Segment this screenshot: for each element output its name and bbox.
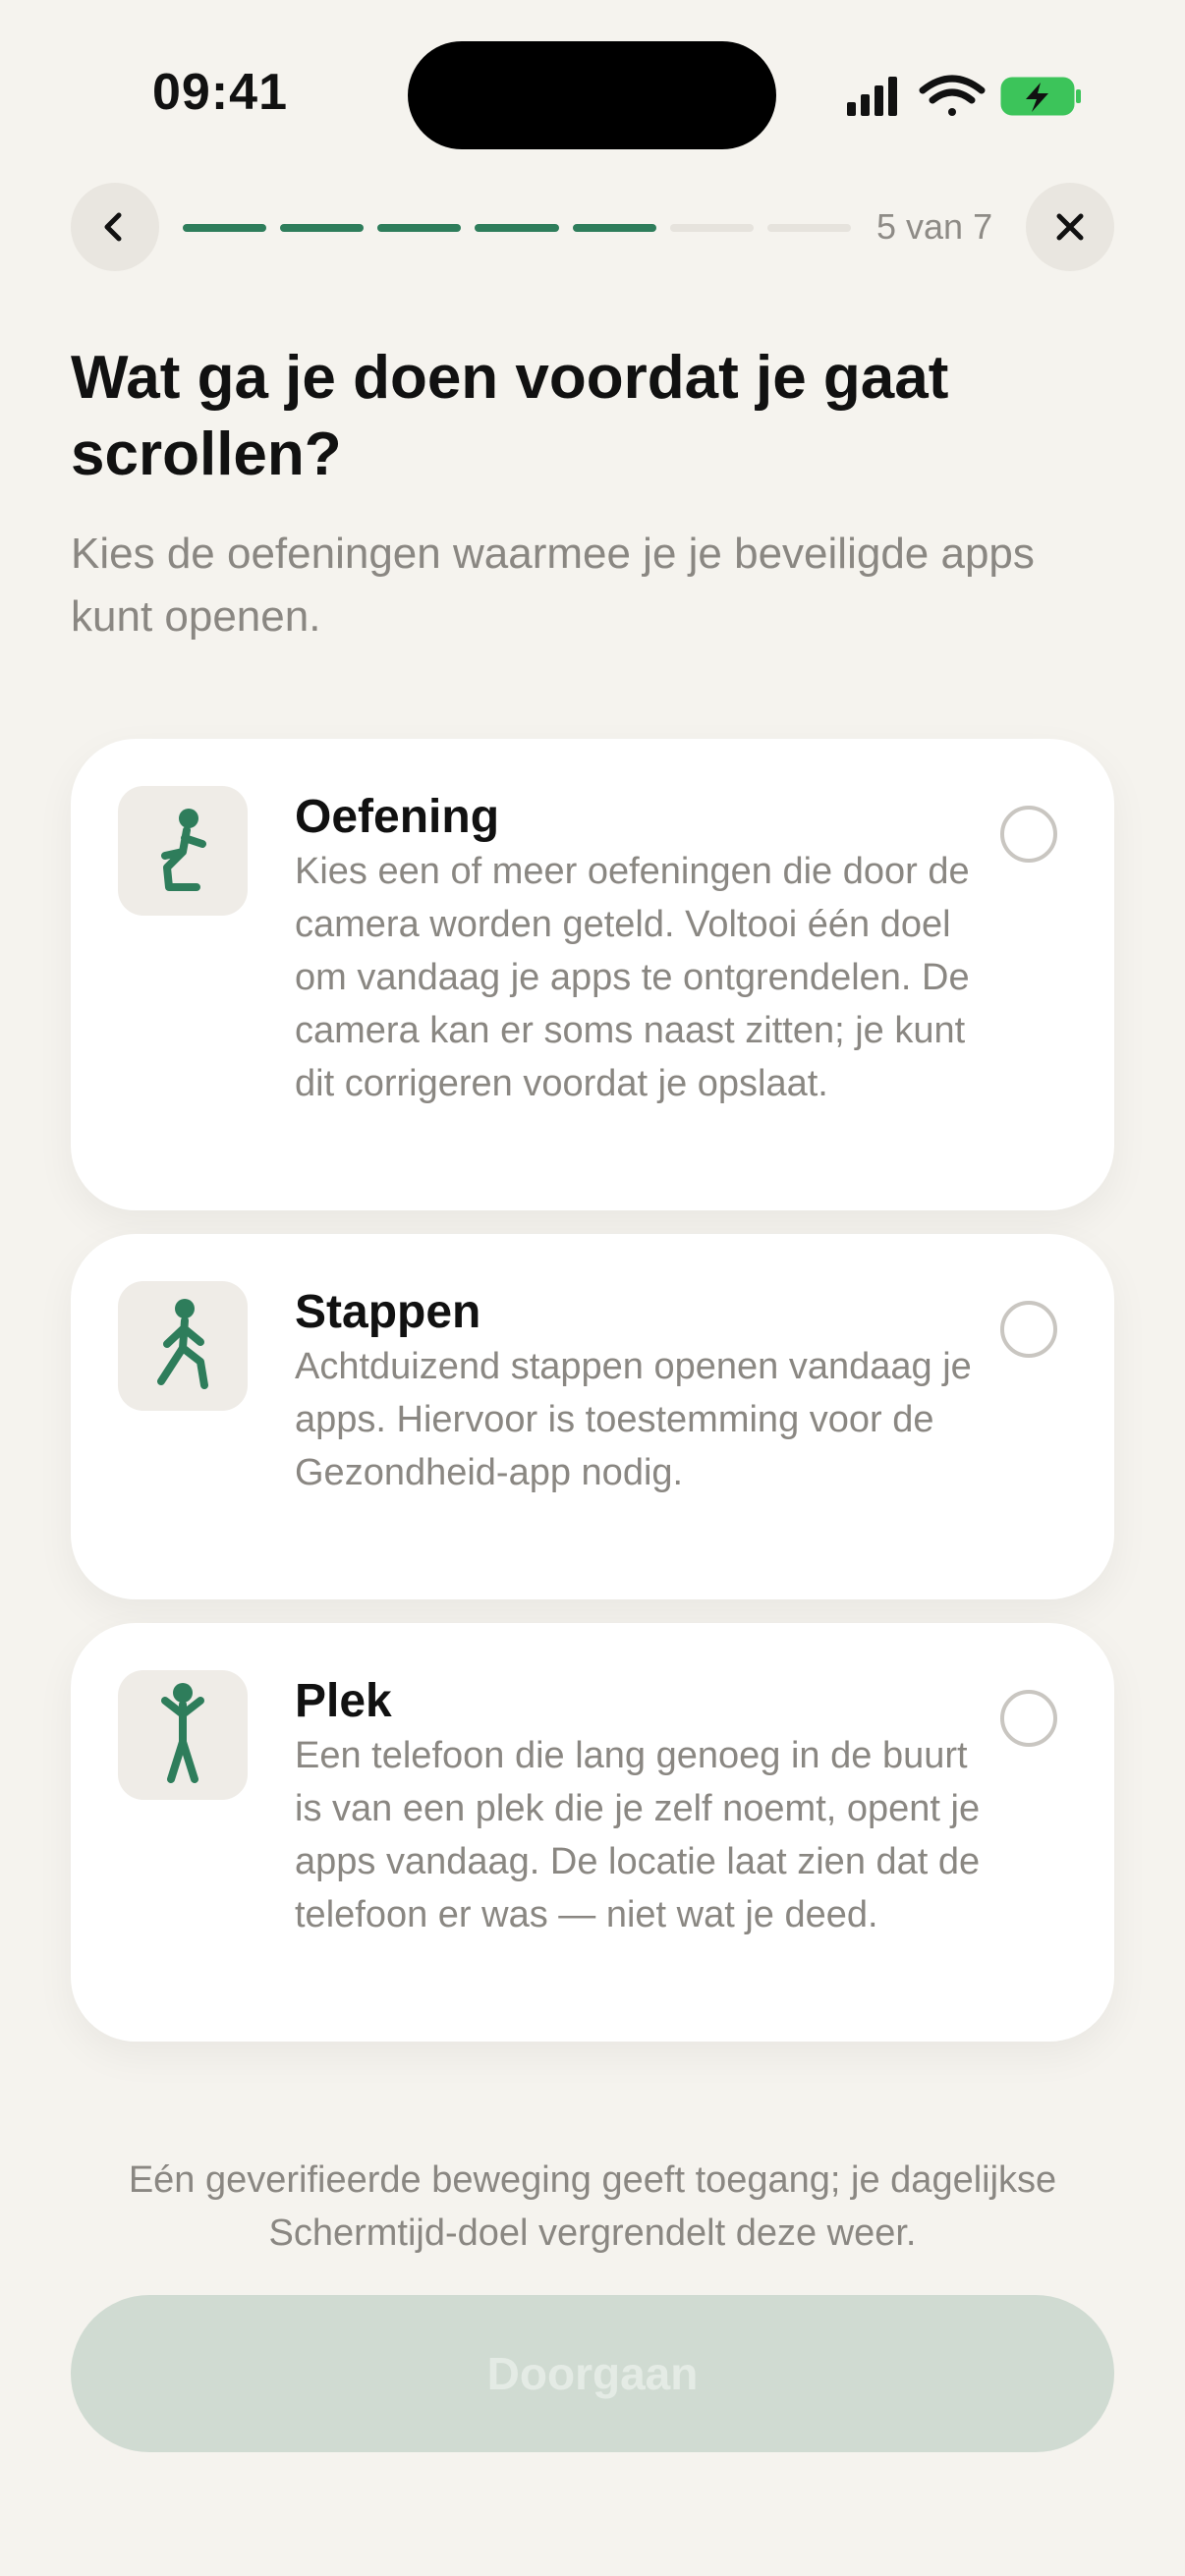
close-icon — [1056, 213, 1084, 241]
progress-segment-complete — [377, 224, 462, 232]
progress-segment-pending — [766, 224, 851, 232]
chevron-left-icon — [104, 212, 122, 242]
page-title: Wat ga je doen voordat je gaat scrollen? — [71, 344, 949, 488]
cellular-signal-icon — [847, 77, 897, 116]
option-title: Stappen — [295, 1286, 481, 1338]
progress-segment-pending — [669, 224, 754, 232]
option-radio[interactable] — [1000, 806, 1057, 863]
status-icons — [847, 73, 1083, 122]
dynamic-island — [408, 41, 776, 149]
battery-charging-icon — [1000, 77, 1081, 116]
progress-segment-complete — [475, 224, 559, 232]
option-icon-tile — [118, 1670, 248, 1800]
standing-figure-icon — [161, 1683, 204, 1783]
option-description: Kies een of meer oefeningen die door de … — [295, 851, 970, 1104]
continue-button-label: Doorgaan — [486, 2348, 699, 2399]
footer-note: Eén geverifieerde beweging geeft toegang… — [128, 2159, 1057, 2254]
wifi-icon — [919, 75, 986, 116]
close-button[interactable] — [1026, 183, 1114, 271]
progress-segment-complete — [280, 224, 365, 232]
option-card-place[interactable]: Plek Een telefoon die lang genoeg in de … — [71, 1623, 1114, 2042]
status-bar: 09:41 — [0, 0, 1185, 187]
page-subtitle: Kies de oefeningen waarmee je je beveili… — [71, 530, 1035, 641]
option-icon-tile — [118, 786, 248, 916]
walking-figure-icon — [157, 1299, 208, 1389]
option-icon-tile — [118, 1281, 248, 1411]
option-card-steps[interactable]: Stappen Achtduizend stappen openen vanda… — [71, 1234, 1114, 1599]
onboarding-nav: 5 van 7 — [0, 183, 1185, 271]
option-description: Achtduizend stappen openen vandaag je ap… — [295, 1346, 972, 1493]
option-radio[interactable] — [1000, 1301, 1057, 1358]
option-radio[interactable] — [1000, 1690, 1057, 1747]
progress-segment-complete — [183, 224, 267, 232]
progress-segment-complete — [572, 224, 656, 232]
progress-bar — [183, 224, 851, 232]
option-title: Plek — [295, 1675, 392, 1727]
option-title: Oefening — [295, 791, 500, 843]
option-description: Een telefoon die lang genoeg in de buurt… — [295, 1735, 981, 1935]
back-button[interactable] — [71, 183, 159, 271]
continue-button[interactable]: Doorgaan — [71, 2295, 1114, 2452]
status-time: 09:41 — [152, 64, 288, 121]
squat-figure-icon — [161, 809, 206, 891]
option-card-exercise[interactable]: Oefening Kies een of meer oefeningen die… — [71, 739, 1114, 1210]
step-counter: 5 van 7 — [876, 206, 993, 247]
